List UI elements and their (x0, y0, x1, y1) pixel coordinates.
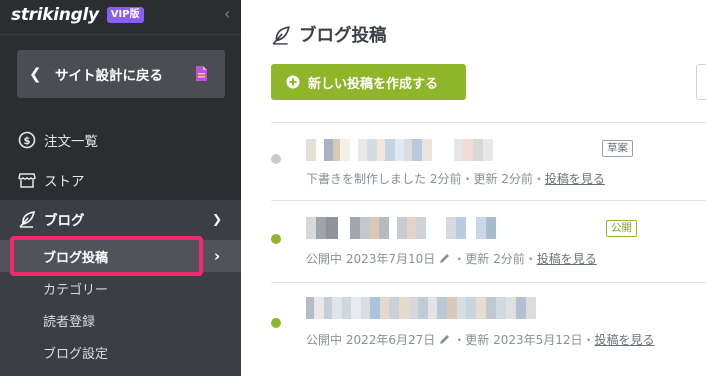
post-meta-text: 下書きを制作しました 2分前・更新 2分前・ (306, 172, 545, 186)
back-button-label: サイト設計に戻る (55, 68, 163, 84)
sidebar-item-blog[interactable]: ブログ ❯ (0, 200, 241, 238)
vip-badge: VIP版 (106, 7, 144, 23)
collapse-sidebar-icon[interactable]: ‹ (224, 4, 230, 24)
sidebar-divider (0, 34, 241, 35)
post-title-blurred (306, 139, 493, 161)
page-title-text: ブログ投稿 (299, 26, 387, 46)
chevron-left-icon: ❮ (29, 65, 42, 83)
app-logo: strikingly (11, 5, 99, 25)
quill-icon (19, 211, 36, 228)
post-row[interactable]: 公開中 2022年6月27日 ・更新 2023年5月12日・ 投稿を見る (271, 282, 706, 376)
status-dot (271, 154, 281, 164)
search-input[interactable] (696, 64, 706, 100)
post-row[interactable]: 公開 公開中 2023年7月10日 ・更新 2分前・ 投稿を見る (271, 200, 706, 282)
sidebar-item-store[interactable]: ストア (0, 161, 241, 199)
subitem-label: ブログ設定 (43, 346, 109, 362)
status-dot (271, 318, 281, 328)
main-content: ブログ投稿 新しい投稿を作成する 草案 下書きを制作しました 2分前・更新 2分… (241, 0, 706, 376)
post-title-blurred (306, 297, 536, 319)
post-meta: 公開中 2022年6月27日 ・更新 2023年5月12日・ 投稿を見る (306, 331, 655, 348)
app-window: strikingly VIP版 ‹ ❮ サイト設計に戻る $ 注文一覧 ストア … (0, 0, 706, 376)
brand: strikingly VIP版 (11, 2, 144, 28)
sidebar-item-label: 注文一覧 (44, 134, 98, 150)
subitem-label: 読者登録 (43, 314, 96, 330)
plus-circle-icon (286, 75, 300, 89)
edit-pencil-icon[interactable] (439, 334, 450, 345)
quill-icon (272, 25, 290, 45)
post-meta-text: 公開中 2022年6月27日 (306, 333, 436, 347)
chevron-right-icon: › (214, 247, 221, 265)
post-meta: 下書きを制作しました 2分前・更新 2分前・ 投稿を見る (306, 170, 605, 187)
sidebar-item-label: ストア (44, 174, 85, 190)
create-post-button[interactable]: 新しい投稿を作成する (271, 64, 466, 100)
svg-text:$: $ (24, 136, 31, 147)
status-dot (271, 234, 281, 244)
edit-pencil-icon[interactable] (439, 253, 450, 264)
view-post-link[interactable]: 投稿を見る (537, 250, 597, 267)
create-post-label: 新しい投稿を作成する (308, 76, 439, 92)
post-row[interactable]: 草案 下書きを制作しました 2分前・更新 2分前・ 投稿を見る (271, 122, 706, 200)
sidebar-subitem-subscribers[interactable]: 読者登録 (0, 304, 241, 336)
post-meta: 公開中 2023年7月10日 ・更新 2分前・ 投稿を見る (306, 250, 597, 267)
view-post-link[interactable]: 投稿を見る (595, 331, 655, 348)
page-document-icon (196, 66, 207, 81)
dollar-circle-icon: $ (18, 131, 36, 149)
store-icon (18, 173, 36, 188)
view-post-link[interactable]: 投稿を見る (545, 170, 605, 187)
back-to-site-editor-button[interactable]: ❮ サイト設計に戻る (17, 50, 225, 98)
post-meta-text: 公開中 2023年7月10日 (306, 252, 436, 266)
subitem-label: カテゴリー (43, 282, 109, 298)
post-meta-text: ・更新 2023年5月12日・ (453, 333, 595, 347)
sidebar: strikingly VIP版 ‹ ❮ サイト設計に戻る $ 注文一覧 ストア … (0, 0, 241, 376)
post-title-blurred (306, 217, 496, 239)
sidebar-item-label: ブログ (44, 213, 85, 229)
sidebar-item-orders[interactable]: $ 注文一覧 (0, 121, 241, 159)
post-meta-text: ・更新 2分前・ (453, 252, 537, 266)
highlight-annotation (10, 236, 203, 276)
status-badge: 公開 (606, 220, 637, 237)
sidebar-subitem-categories[interactable]: カテゴリー (0, 272, 241, 304)
status-badge: 草案 (602, 140, 633, 157)
chevron-down-icon: ❯ (212, 212, 223, 226)
sidebar-subitem-blog-settings[interactable]: ブログ設定 (0, 336, 241, 368)
page-title: ブログ投稿 (271, 22, 387, 47)
